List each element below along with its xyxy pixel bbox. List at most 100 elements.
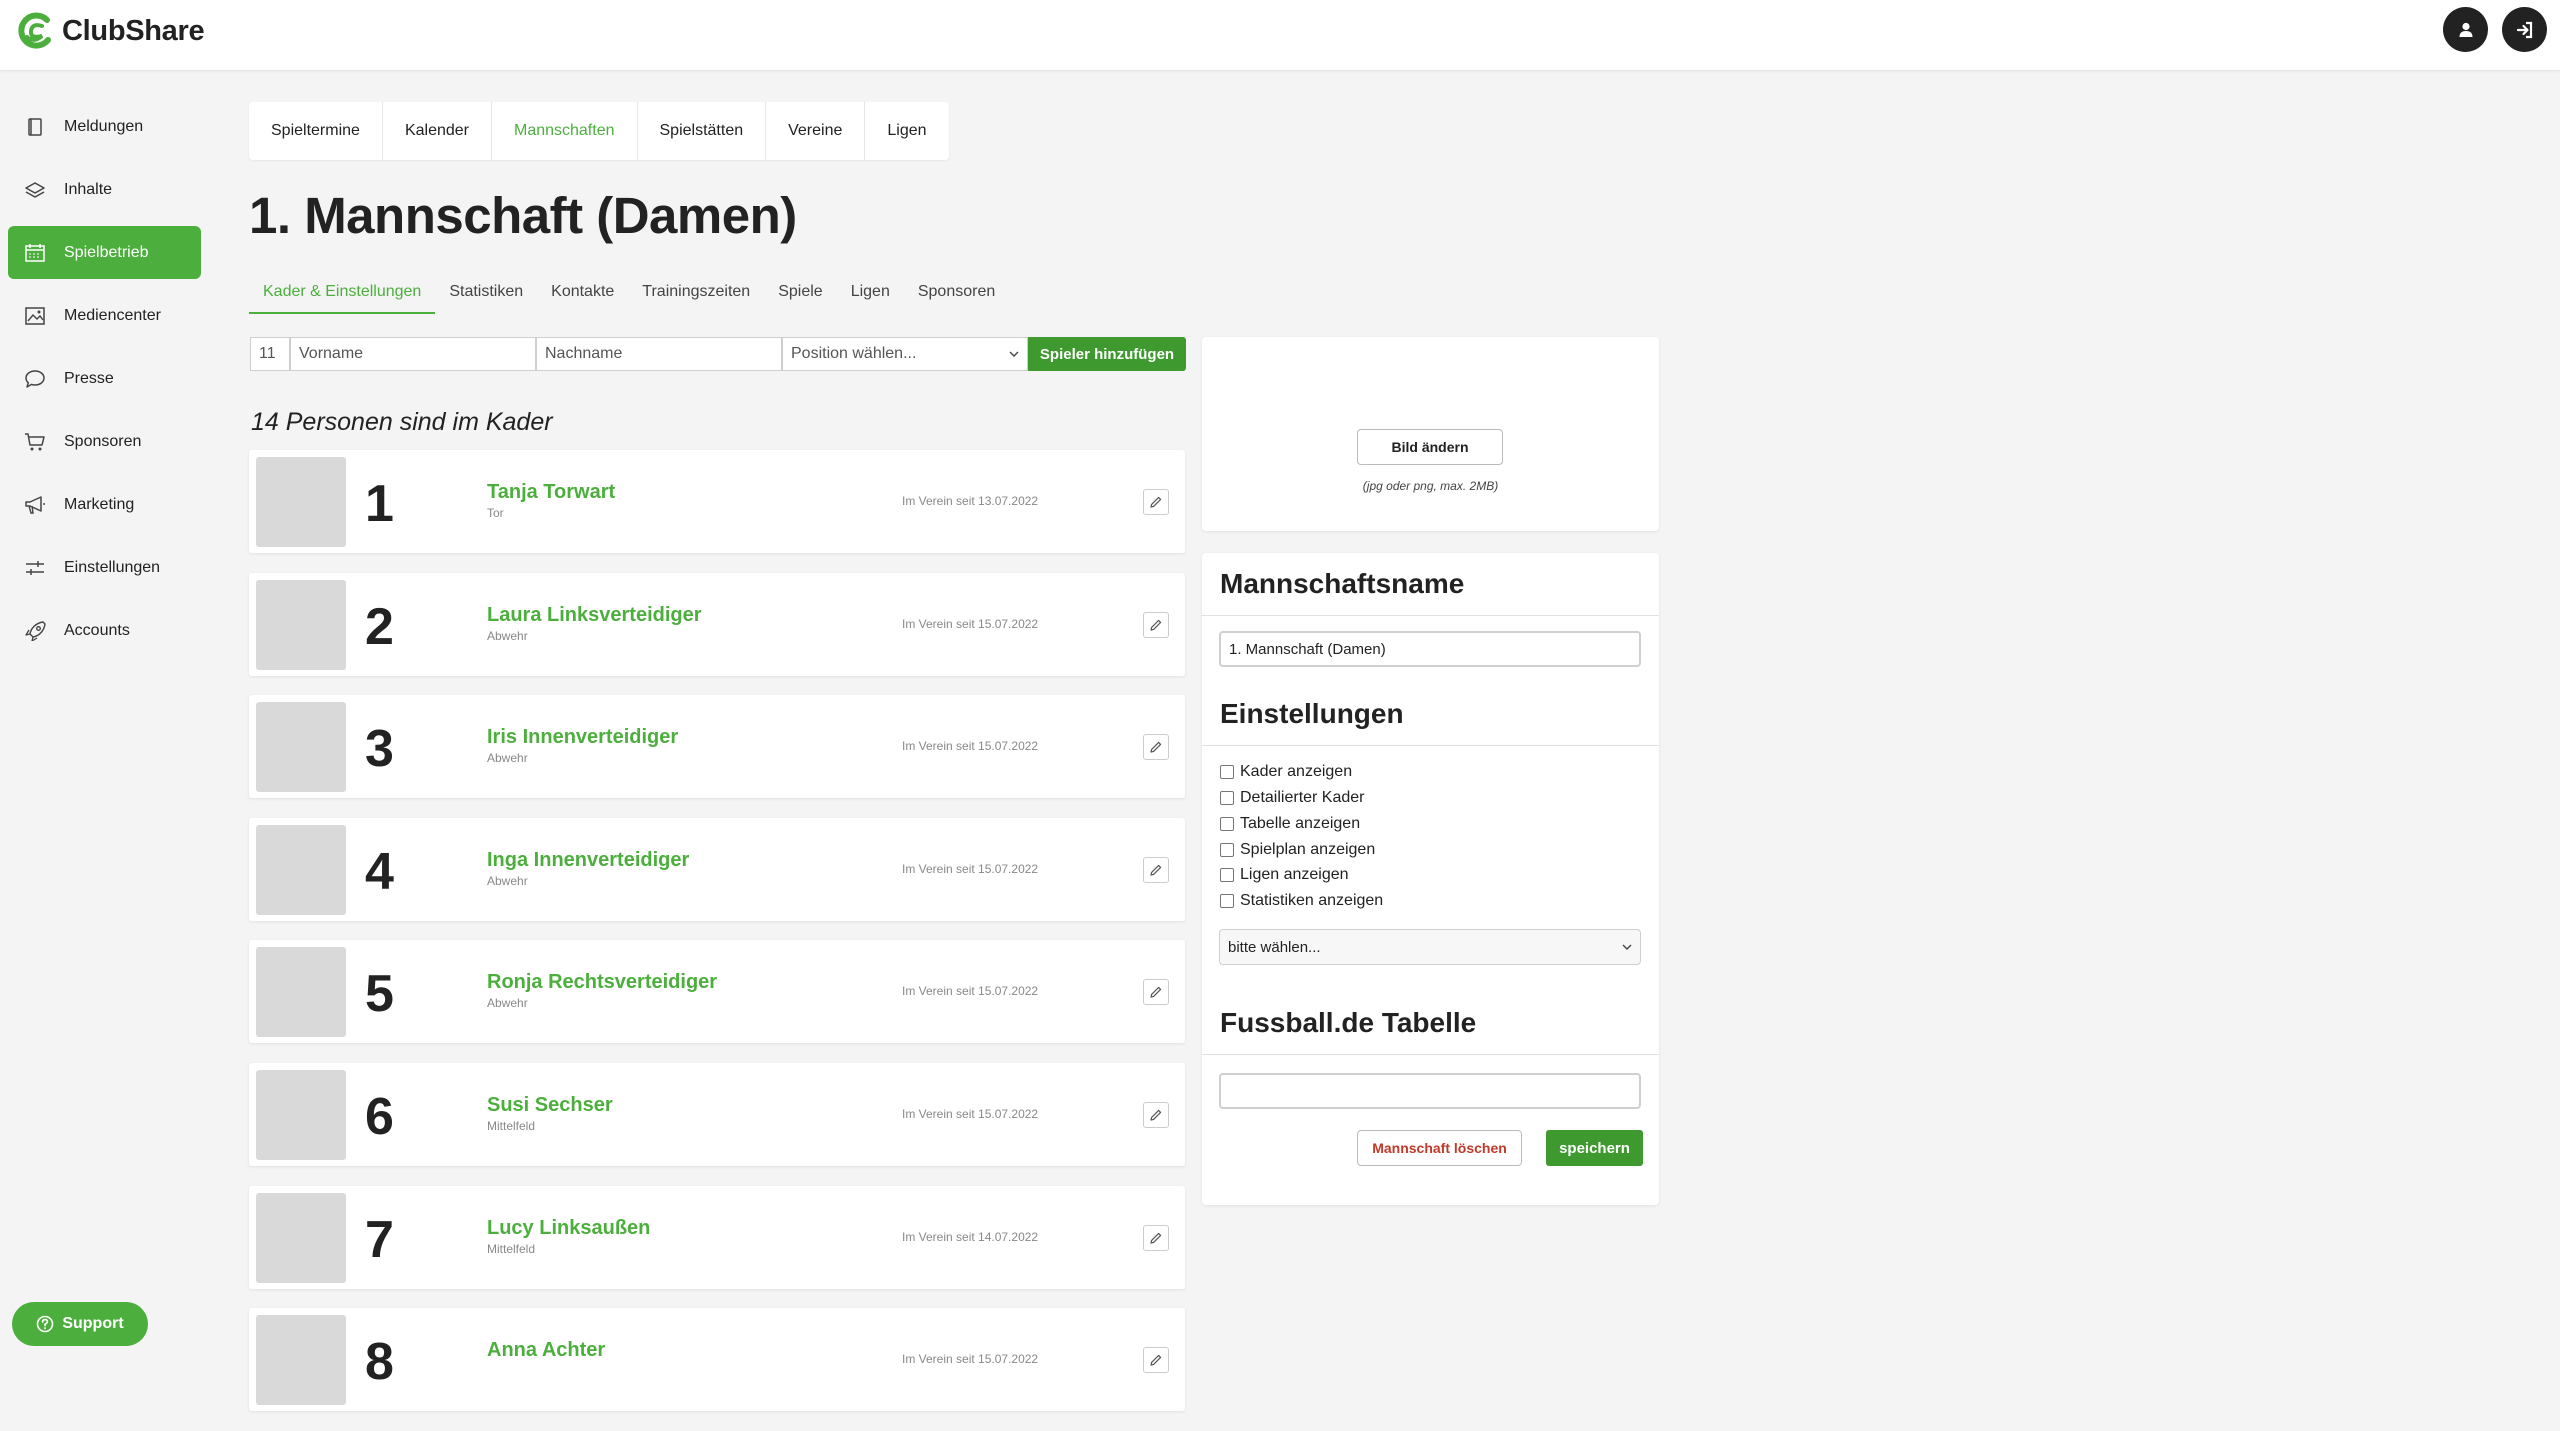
player-since: Im Verein seit 15.07.2022 (902, 1352, 1039, 1367)
subtab-trainingszeiten[interactable]: Trainingszeiten (628, 276, 764, 314)
sidebar-item-accounts[interactable]: Accounts (8, 604, 201, 657)
player-card: 8 Anna Achter Im Verein seit 15.07.2022 (249, 1308, 1185, 1412)
player-card: 1 Tanja Torwart Tor Im Verein seit 13.07… (249, 450, 1185, 553)
help-circle-icon (36, 1315, 54, 1333)
edit-player-button[interactable] (1143, 734, 1169, 761)
subtab-kader-einstellungen[interactable]: Kader & Einstellungen (249, 276, 436, 314)
checkbox-tabelle-anzeigen[interactable]: Tabelle anzeigen (1220, 813, 1360, 835)
settings-select[interactable]: bitte wählen... (1219, 929, 1641, 965)
pencil-icon (1150, 864, 1162, 876)
team-name-input[interactable]: 1. Mannschaft (Damen) (1219, 631, 1641, 667)
edit-player-button[interactable] (1143, 1101, 1169, 1128)
change-image-button[interactable]: Bild ändern (1357, 429, 1503, 465)
player-card: 4 Inga Innenverteidiger Abwehr Im Verein… (249, 817, 1185, 921)
checkbox-statistiken-anzeigen[interactable]: Statistiken anzeigen (1220, 890, 1383, 912)
player-name[interactable]: Susi Sechser (487, 1094, 613, 1117)
player-number: 3 (365, 720, 394, 779)
team-image-panel: Bild ändern (jpg oder png, max. 2MB) (1202, 337, 1659, 531)
checkbox[interactable] (1220, 894, 1234, 908)
user-icon (2459, 22, 2472, 37)
sidebar-item-presse[interactable]: Presse (8, 352, 201, 405)
player-list: 1 Tanja Torwart Tor Im Verein seit 13.07… (249, 450, 1185, 1431)
page-title: 1. Mannschaft (Damen) (249, 187, 797, 244)
pencil-icon (1150, 1109, 1162, 1121)
pencil-icon (1150, 1232, 1162, 1244)
add-player-button[interactable]: Spieler hinzufügen (1028, 337, 1186, 371)
position-select-value: Position wählen... (791, 345, 917, 362)
player-photo (256, 579, 346, 670)
checkbox[interactable] (1220, 843, 1234, 857)
player-name[interactable]: Anna Achter (487, 1339, 605, 1362)
player-name[interactable]: Tanja Torwart (487, 481, 615, 504)
tab-ligen[interactable]: Ligen (865, 102, 948, 160)
player-number: 4 (365, 842, 394, 901)
edit-player-button[interactable] (1143, 1224, 1169, 1251)
sidebar-item-inhalte[interactable]: Inhalte (8, 163, 201, 216)
divider (1202, 745, 1659, 746)
logout-button[interactable] (2502, 7, 2547, 52)
player-name[interactable]: Ronja Rechtsverteidiger (487, 971, 717, 994)
player-photo (256, 1315, 346, 1406)
user-button[interactable] (2443, 7, 2488, 52)
player-name[interactable]: Inga Innenverteidiger (487, 849, 689, 872)
fussball-heading: Fussball.de Tabelle (1220, 1007, 1477, 1038)
player-number-input[interactable]: 11 (250, 337, 290, 371)
pencil-icon (1150, 619, 1162, 631)
checkbox-detailierter-kader[interactable]: Detailierter Kader (1220, 787, 1365, 809)
chevron-down-icon (1622, 944, 1632, 950)
player-name[interactable]: Iris Innenverteidiger (487, 726, 678, 749)
subtab-ligen[interactable]: Ligen (837, 276, 904, 314)
player-since: Im Verein seit 15.07.2022 (902, 1106, 1039, 1121)
player-card: 5 Ronja Rechtsverteidiger Abwehr Im Vere… (249, 940, 1185, 1044)
sidebar-item-einstellungen[interactable]: Einstellungen (8, 541, 201, 594)
support-label: Support (62, 1315, 124, 1332)
sidebar-item-label: Einstellungen (64, 558, 161, 576)
firstname-input[interactable]: Vorname (290, 337, 536, 371)
player-photo (256, 457, 346, 547)
sidebar-item-marketing[interactable]: Marketing (8, 478, 201, 531)
checkbox[interactable] (1220, 817, 1234, 831)
checkbox[interactable] (1220, 791, 1234, 805)
lastname-input[interactable]: Nachname (536, 337, 782, 371)
sidebar-item-label: Accounts (64, 621, 130, 639)
subtab-spiele[interactable]: Spiele (764, 276, 836, 314)
checkbox-label: Spielplan anzeigen (1240, 841, 1376, 858)
position-select[interactable]: Position wählen... (782, 337, 1028, 371)
subtab-sponsoren[interactable]: Sponsoren (904, 276, 1009, 314)
checkbox-ligen-anzeigen[interactable]: Ligen anzeigen (1220, 864, 1349, 886)
tab-kalender[interactable]: Kalender (383, 102, 492, 160)
checkbox-label: Ligen anzeigen (1240, 866, 1349, 883)
save-button[interactable]: speichern (1546, 1130, 1643, 1166)
clubshare-logo-icon (18, 12, 51, 49)
player-position: Tor (487, 506, 504, 520)
edit-player-button[interactable] (1143, 489, 1169, 515)
sidebar-item-mediencenter[interactable]: Mediencenter (8, 289, 201, 342)
checkbox-kader-anzeigen[interactable]: Kader anzeigen (1220, 761, 1352, 783)
logo[interactable]: ClubShare (14, 10, 205, 52)
checkbox[interactable] (1220, 765, 1234, 779)
sidebar-item-spielbetrieb[interactable]: Spielbetrieb (8, 226, 201, 279)
subtab-statistiken[interactable]: Statistiken (435, 276, 537, 314)
player-number: 1 (365, 475, 394, 533)
delete-team-button[interactable]: Mannschaft löschen (1357, 1130, 1522, 1166)
checkbox-spielplan-anzeigen[interactable]: Spielplan anzeigen (1220, 839, 1375, 861)
checkbox-label: Detailierter Kader (1240, 789, 1365, 806)
edit-player-button[interactable] (1143, 979, 1169, 1006)
player-name[interactable]: Lucy Linksaußen (487, 1217, 650, 1240)
checkbox[interactable] (1220, 868, 1234, 882)
image-icon (24, 305, 46, 327)
fussball-table-input[interactable] (1219, 1073, 1641, 1109)
tab-vereine[interactable]: Vereine (766, 102, 866, 160)
edit-player-button[interactable] (1143, 611, 1169, 638)
edit-player-button[interactable] (1143, 856, 1169, 883)
player-position: Mittelfeld (487, 1241, 536, 1256)
subtab-kontakte[interactable]: Kontakte (537, 276, 628, 314)
player-name[interactable]: Laura Linksverteidiger (487, 604, 702, 627)
tab-spieltermine[interactable]: Spieltermine (249, 102, 383, 160)
support-button[interactable]: Support (12, 1302, 148, 1346)
tab-spielstaetten[interactable]: Spielstätten (638, 102, 767, 160)
edit-player-button[interactable] (1143, 1347, 1169, 1374)
tab-mannschaften[interactable]: Mannschaften (492, 102, 638, 160)
sidebar-item-meldungen[interactable]: Meldungen (8, 100, 201, 153)
sidebar-item-sponsoren[interactable]: Sponsoren (8, 415, 201, 468)
